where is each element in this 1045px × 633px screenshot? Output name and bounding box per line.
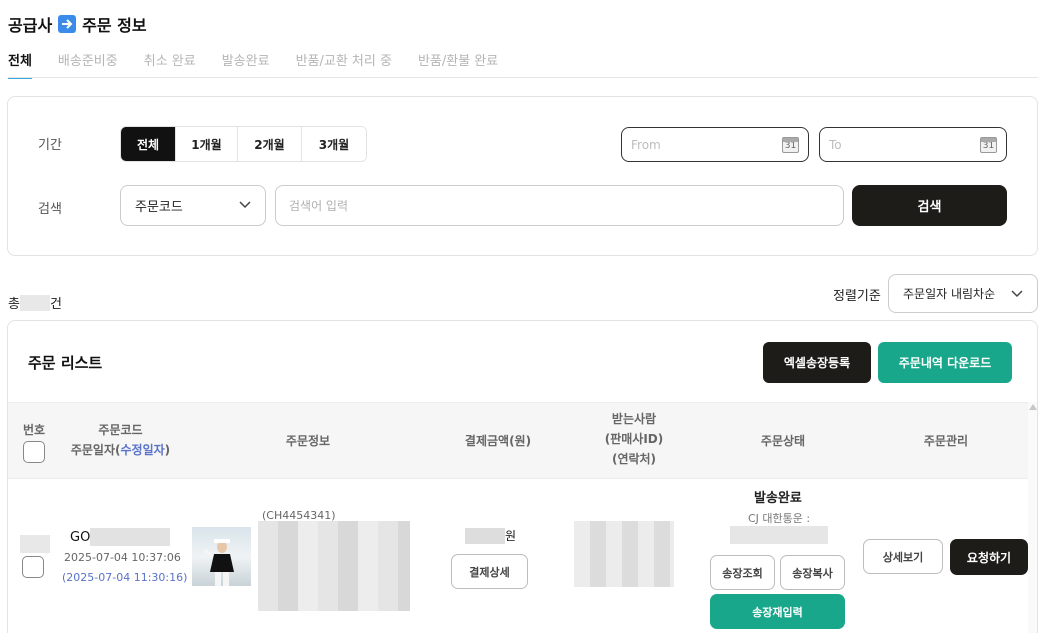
reinput-invoice-button[interactable]: 송장재입력 <box>710 594 845 629</box>
header-number: 번호 <box>20 420 48 469</box>
search-type-value: 주문코드 <box>135 200 183 215</box>
header-number-label: 번호 <box>22 423 46 437</box>
recipient-redacted <box>574 521 674 587</box>
chevron-down-icon <box>1011 287 1023 301</box>
header-date-close: ) <box>164 443 171 457</box>
tab-preparing[interactable]: 배송준비중 <box>58 50 118 79</box>
search-type-select[interactable]: 주문코드 <box>120 185 266 226</box>
header-order-info: 주문정보 <box>285 434 331 448</box>
date-from-placeholder: From <box>631 137 661 152</box>
excel-invoice-register-button[interactable]: 엑셀송장등록 <box>763 342 871 383</box>
title-supplier: 공급사 <box>8 16 53 35</box>
order-code-redacted <box>90 528 171 546</box>
row-amount: 원 <box>465 527 516 544</box>
product-thumbnail[interactable] <box>192 527 251 586</box>
search-button[interactable]: 검색 <box>852 185 1007 226</box>
row-order-code: GO <box>70 528 171 546</box>
total-count: 총 건 <box>8 293 62 312</box>
header-order-code: 주문코드 주문일자(수정일자) <box>58 420 183 460</box>
tab-returning[interactable]: 반품/교환 처리 중 <box>296 50 392 79</box>
vertical-scrollbar[interactable] <box>1028 402 1037 633</box>
row-order-date: 2025-07-04 10:37:06 <box>64 551 181 564</box>
period-segmented-control: 전체 1개월 2개월 3개월 <box>120 126 367 162</box>
tab-refunded[interactable]: 반품/환불 완료 <box>418 50 498 79</box>
copy-invoice-button[interactable]: 송장복사 <box>780 555 845 590</box>
order-download-button[interactable]: 주문내역 다운로드 <box>878 342 1012 383</box>
date-from-field[interactable]: From 31 <box>621 127 809 162</box>
header-contact-label: (연락처) <box>611 452 657 466</box>
tab-all[interactable]: 전체 <box>8 50 32 79</box>
date-to-placeholder: To <box>829 137 842 152</box>
calendar-day: 31 <box>982 140 995 151</box>
date-to-field[interactable]: To 31 <box>819 127 1007 162</box>
view-detail-button[interactable]: 상세보기 <box>863 539 943 574</box>
tab-shipped[interactable]: 발송완료 <box>222 50 270 79</box>
track-invoice-button[interactable]: 송장조회 <box>710 555 775 590</box>
product-image-icon <box>204 539 234 586</box>
header-modified-date-text: 수정일자 <box>120 443 165 457</box>
header-manage: 주문관리 <box>923 434 969 448</box>
row-checkbox[interactable] <box>22 556 44 578</box>
search-label: 검색 <box>38 202 62 217</box>
sort-label: 정렬기준 <box>833 289 881 304</box>
select-all-checkbox[interactable] <box>23 441 45 463</box>
search-input[interactable] <box>275 185 844 226</box>
payment-detail-button[interactable]: 결제상세 <box>451 554 528 589</box>
filter-panel: 기간 전체 1개월 2개월 3개월 From 31 To 31 검색 주문코드 … <box>7 96 1038 256</box>
header-date-text: 주문일자( <box>70 443 121 457</box>
sort-select[interactable]: 주문일자 내림차순 <box>888 274 1038 313</box>
order-code-prefix: GO <box>70 529 91 545</box>
sort-value: 주문일자 내림차순 <box>903 287 996 301</box>
request-button[interactable]: 요청하기 <box>950 539 1028 575</box>
page-title: 공급사 주문 정보 <box>8 12 147 36</box>
calendar-icon[interactable]: 31 <box>980 136 997 153</box>
header-recipient-label: 받는사람 <box>611 412 657 426</box>
header-recipient: 받는사람 (판매사ID) (연락처) <box>574 409 694 469</box>
header-status: 주문상태 <box>760 434 806 448</box>
status-tabs: 전체 배송준비중 취소 완료 발송완료 반품/교환 처리 중 반품/환불 완료 <box>8 50 498 79</box>
order-list-panel: 주문 리스트 엑셀송장등록 주문내역 다운로드 번호 주문코드 주문일자(수정일… <box>7 320 1038 633</box>
tracking-number-redacted <box>730 526 828 544</box>
tabs-divider <box>8 77 1038 78</box>
total-prefix: 총 <box>8 297 20 312</box>
total-suffix: 건 <box>49 297 62 312</box>
header-date-label: 주문일자(수정일자) <box>58 440 183 460</box>
scroll-up-icon[interactable] <box>1029 404 1037 410</box>
title-order-info: 주문 정보 <box>82 16 147 35</box>
arrow-right-icon <box>58 15 77 33</box>
header-seller-id-label: (판매사ID) <box>604 432 664 446</box>
row-modified-date: (2025-07-04 11:30:16) <box>62 571 188 584</box>
row-status: 발송완료 <box>754 491 802 506</box>
total-count-redacted <box>19 294 50 311</box>
period-all-button[interactable]: 전체 <box>121 127 176 161</box>
period-label: 기간 <box>38 138 62 153</box>
header-code-label: 주문코드 <box>98 423 143 437</box>
period-1month-button[interactable]: 1개월 <box>176 127 238 161</box>
period-2month-button[interactable]: 2개월 <box>238 127 302 161</box>
chevron-down-icon <box>239 198 251 213</box>
table-header: 번호 주문코드 주문일자(수정일자) 주문정보 결제금액(원) 받는사람 (판매… <box>8 402 1028 479</box>
calendar-day: 31 <box>784 140 797 151</box>
order-info-redacted <box>258 521 410 611</box>
period-3month-button[interactable]: 3개월 <box>302 127 366 161</box>
row-carrier: CJ 대한통운 : <box>748 512 811 525</box>
tab-cancelled[interactable]: 취소 완료 <box>144 50 196 79</box>
calendar-icon[interactable]: 31 <box>782 136 799 153</box>
order-list-title: 주문 리스트 <box>28 354 103 372</box>
header-amount: 결제금액(원) <box>464 434 532 448</box>
amount-suffix: 원 <box>505 529 517 543</box>
row-number-redacted <box>20 535 50 553</box>
amount-redacted <box>465 527 505 544</box>
